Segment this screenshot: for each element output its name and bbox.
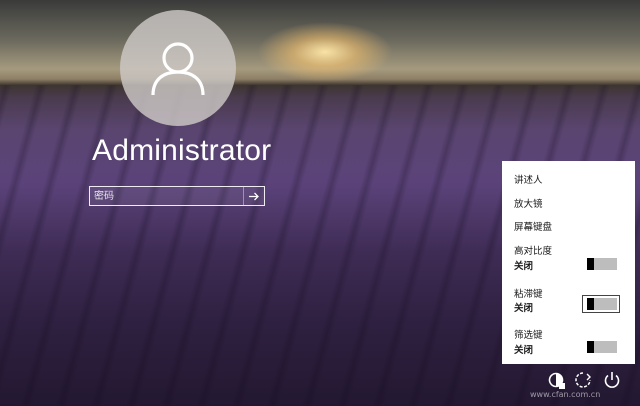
password-input[interactable]	[90, 187, 246, 205]
menu-item-narrator[interactable]: 讲述人	[514, 172, 543, 186]
user-name: Administrator	[92, 134, 272, 167]
high-contrast-label: 高对比度	[514, 246, 553, 257]
user-icon	[151, 42, 205, 96]
ease-of-access-menu: 讲述人 放大镜 屏幕键盘 高对比度 关闭 粘滞键 关闭 筛选键 关闭	[502, 161, 635, 364]
menu-item-onscreen-keyboard[interactable]: 屏幕键盘	[514, 219, 552, 233]
ease-of-access-icon	[548, 372, 565, 389]
watermark: www.cfan.com.cn	[530, 390, 601, 399]
avatar	[120, 10, 236, 126]
high-contrast-toggle[interactable]	[587, 258, 617, 270]
filter-keys-state: 关闭	[514, 345, 534, 356]
filter-keys-toggle[interactable]	[587, 341, 617, 353]
ease-of-access-button[interactable]	[547, 370, 567, 390]
power-button[interactable]	[602, 370, 622, 390]
filter-keys-label: 筛选键	[514, 330, 543, 341]
sticky-keys-label: 粘滞键	[514, 289, 543, 300]
menu-item-magnifier[interactable]: 放大镜	[514, 196, 543, 210]
sticky-keys-toggle[interactable]	[587, 298, 617, 310]
submit-button[interactable]	[243, 187, 264, 205]
arrow-right-icon	[248, 192, 259, 200]
network-button[interactable]	[573, 370, 593, 390]
network-icon	[575, 372, 591, 388]
power-icon	[604, 372, 620, 388]
password-box	[89, 186, 265, 206]
high-contrast-state: 关闭	[514, 261, 534, 272]
sticky-keys-state: 关闭	[514, 303, 534, 314]
